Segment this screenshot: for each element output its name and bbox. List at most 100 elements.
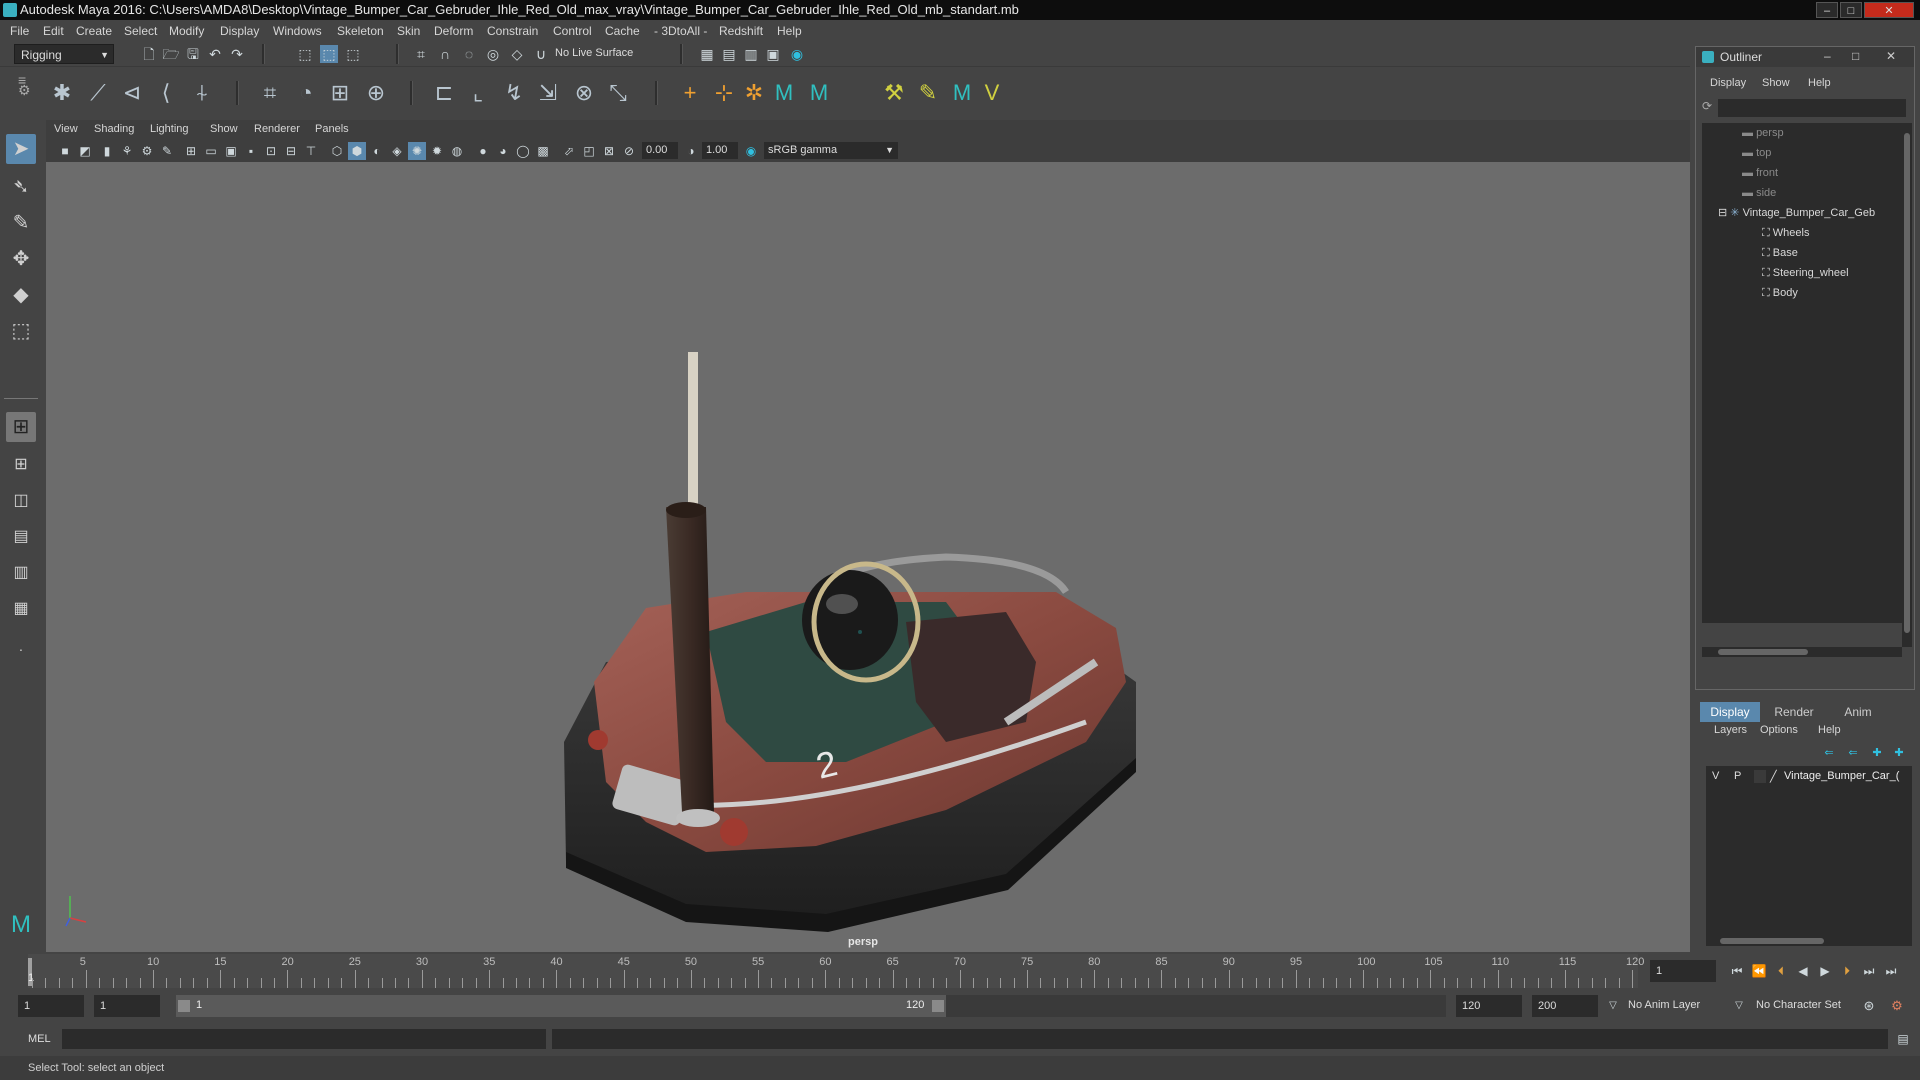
view-transform-dropdown[interactable]: sRGB gamma ▼ [764, 142, 898, 159]
grease-pencil-icon[interactable]: ✎ [158, 142, 176, 160]
image-plane-icon[interactable]: ⚘ [118, 142, 136, 160]
preferences-icon[interactable]: ⚙ [1888, 997, 1906, 1015]
interactive-bind-icon[interactable]: ◔ [292, 79, 320, 107]
gate-mask-icon[interactable]: ▪ [242, 142, 260, 160]
paint-select-icon[interactable]: ✎ [6, 208, 36, 238]
character-set-label[interactable]: No Character Set [1756, 999, 1841, 1011]
layer-menu-options[interactable]: Options [1760, 724, 1798, 736]
select-component-icon[interactable]: ⬚ [344, 45, 362, 63]
outliner-item-front[interactable]: ▬ front [1742, 163, 1778, 183]
xray-joints-icon[interactable]: ◰ [580, 142, 598, 160]
live-surface-label[interactable]: No Live Surface [555, 47, 633, 59]
tab-anim[interactable]: Anim [1828, 702, 1888, 722]
color-management-icon[interactable]: ◉ [742, 142, 760, 160]
safe-action-icon[interactable]: ⊟ [282, 142, 300, 160]
ik-handle-icon[interactable]: ⟋ [84, 79, 112, 107]
panel-menu-view[interactable]: View [54, 123, 78, 135]
motion-blur-icon[interactable]: ● [474, 142, 492, 160]
time-ruler[interactable]: 1 51015202530354045505560657075808590951… [28, 954, 1644, 988]
menu-edit[interactable]: Edit [43, 24, 64, 38]
tab-display[interactable]: Display [1700, 702, 1760, 722]
menu-cache[interactable]: Cache [605, 24, 640, 38]
menu-windows[interactable]: Windows [273, 24, 322, 38]
point-constraint-icon[interactable]: ⌞ [464, 79, 492, 107]
outliner-item-steering-wheel[interactable]: ⛶ Steering_wheel [1762, 263, 1849, 283]
new-scene-icon[interactable]: 🗋 [140, 45, 158, 63]
outliner-close-button[interactable]: ✕ [1886, 49, 1896, 63]
new-layer-icon[interactable]: ✚ [1868, 744, 1886, 762]
ik-spline-icon[interactable]: ⊲ [118, 79, 146, 107]
menu-create[interactable]: Create [76, 24, 112, 38]
pole-vector-icon[interactable]: ⤡ [604, 79, 632, 107]
use-lights-icon[interactable]: ✺ [408, 142, 426, 160]
two-view-icon[interactable]: ◫ [6, 486, 36, 516]
snap-view-icon[interactable]: ◎ [484, 45, 502, 63]
two-d-pan-icon[interactable]: ⚙ [138, 142, 156, 160]
maya-script-c-icon[interactable]: M [948, 79, 976, 107]
gamma-icon[interactable]: ◑ [682, 142, 700, 160]
menu-constrain[interactable]: Constrain [487, 24, 538, 38]
film-gate-icon[interactable]: ▭ [202, 142, 220, 160]
exposure-icon[interactable]: ⊘ [620, 142, 638, 160]
minimize-button[interactable]: – [1816, 2, 1838, 18]
layer-menu-help[interactable]: Help [1818, 724, 1841, 736]
layer-color-icon[interactable]: ╱ [1770, 770, 1777, 783]
undo-icon[interactable]: ↶ [206, 45, 224, 63]
joint-tool-icon[interactable]: ✱ [48, 79, 76, 107]
scale-tool-icon[interactable]: ⬚ [6, 316, 36, 346]
orient-constraint-icon[interactable]: ↯ [500, 79, 528, 107]
menu-control[interactable]: Control [553, 24, 592, 38]
menu-file[interactable]: File [10, 24, 29, 38]
aim-constraint-icon[interactable]: ⊗ [570, 79, 598, 107]
camera-attr-icon[interactable]: ◩ [76, 142, 94, 160]
menu-deform[interactable]: Deform [434, 24, 473, 38]
snap-curve-icon[interactable]: ∩ [436, 45, 454, 63]
anim-end-field[interactable]: 200 [1532, 995, 1598, 1017]
insert-joint-icon[interactable]: ⟨ [152, 79, 180, 107]
outliner-menu-show[interactable]: Show [1762, 77, 1790, 89]
menu-skin[interactable]: Skin [397, 24, 420, 38]
layer-row[interactable]: V P ╱ Vintage_Bumper_Car_( [1706, 768, 1912, 786]
layer-name[interactable]: Vintage_Bumper_Car_( [1784, 770, 1899, 782]
panel-menu-panels[interactable]: Panels [315, 123, 349, 135]
range-slider-bar[interactable]: 1 120 [176, 995, 946, 1017]
snap-grid-icon[interactable]: ⌗ [412, 45, 430, 63]
shelf-menu-icon[interactable]: ≡ ⚙ [18, 73, 31, 97]
ipr-render-icon[interactable]: ▥ [742, 45, 760, 63]
script-language-label[interactable]: MEL [28, 1033, 51, 1045]
scrollbar-thumb[interactable] [1904, 133, 1910, 633]
collapse-icon[interactable]: ⊟ [1718, 207, 1730, 219]
outliner-persp-icon[interactable]: ▤ [6, 522, 36, 552]
open-scene-icon[interactable]: 🗁 [162, 45, 180, 63]
wrench-icon[interactable]: ⚒ [880, 79, 908, 107]
menu-display[interactable]: Display [220, 24, 259, 38]
play-backward-icon[interactable]: ◀ [1794, 962, 1812, 980]
select-hierarchy-icon[interactable]: ⬚ [296, 45, 314, 63]
four-view-icon[interactable]: ⊞ [6, 450, 36, 480]
xray-components-icon[interactable]: ⊠ [600, 142, 618, 160]
chevron-down-icon[interactable]: ▽ [1730, 997, 1748, 1015]
wireframe-on-shaded-icon[interactable]: ◐ [368, 142, 386, 160]
select-object-icon[interactable]: ⬚ [320, 45, 338, 63]
graph-persp-icon[interactable]: ▥ [6, 558, 36, 588]
shadows-icon[interactable]: ✹ [428, 142, 446, 160]
layer-visibility-toggle[interactable]: V [1712, 770, 1719, 782]
safe-title-icon[interactable]: ⊤ [302, 142, 320, 160]
resolution-gate-icon[interactable]: ▣ [222, 142, 240, 160]
more-layouts-icon[interactable]: · [6, 634, 36, 664]
start-time-field[interactable]: 1 [18, 995, 84, 1017]
move-layer-down-icon[interactable]: ⇐ [1844, 744, 1862, 762]
time-slider[interactable]: 1 5 10 15 20 25 30 35 40 45 50 55 60 65 70 75 80 85 90 95 1… [0, 954, 1920, 988]
scrollbar-thumb[interactable] [1720, 938, 1824, 944]
auto-key-icon[interactable]: ⊛ [1860, 997, 1878, 1015]
hypershade-icon[interactable]: ◉ [788, 45, 806, 63]
move-tool-icon[interactable]: ✥ [6, 244, 36, 274]
save-scene-icon[interactable]: 🖫 [184, 45, 202, 63]
locator-icon[interactable]: + [676, 79, 704, 107]
layer-menu-layers[interactable]: Layers [1714, 724, 1747, 736]
menu-modify[interactable]: Modify [169, 24, 204, 38]
outliner-maximize-button[interactable]: □ [1852, 49, 1859, 63]
menu-select[interactable]: Select [124, 24, 157, 38]
outliner-minimize-button[interactable]: – [1824, 49, 1831, 63]
panel-menu-renderer[interactable]: Renderer [254, 123, 300, 135]
